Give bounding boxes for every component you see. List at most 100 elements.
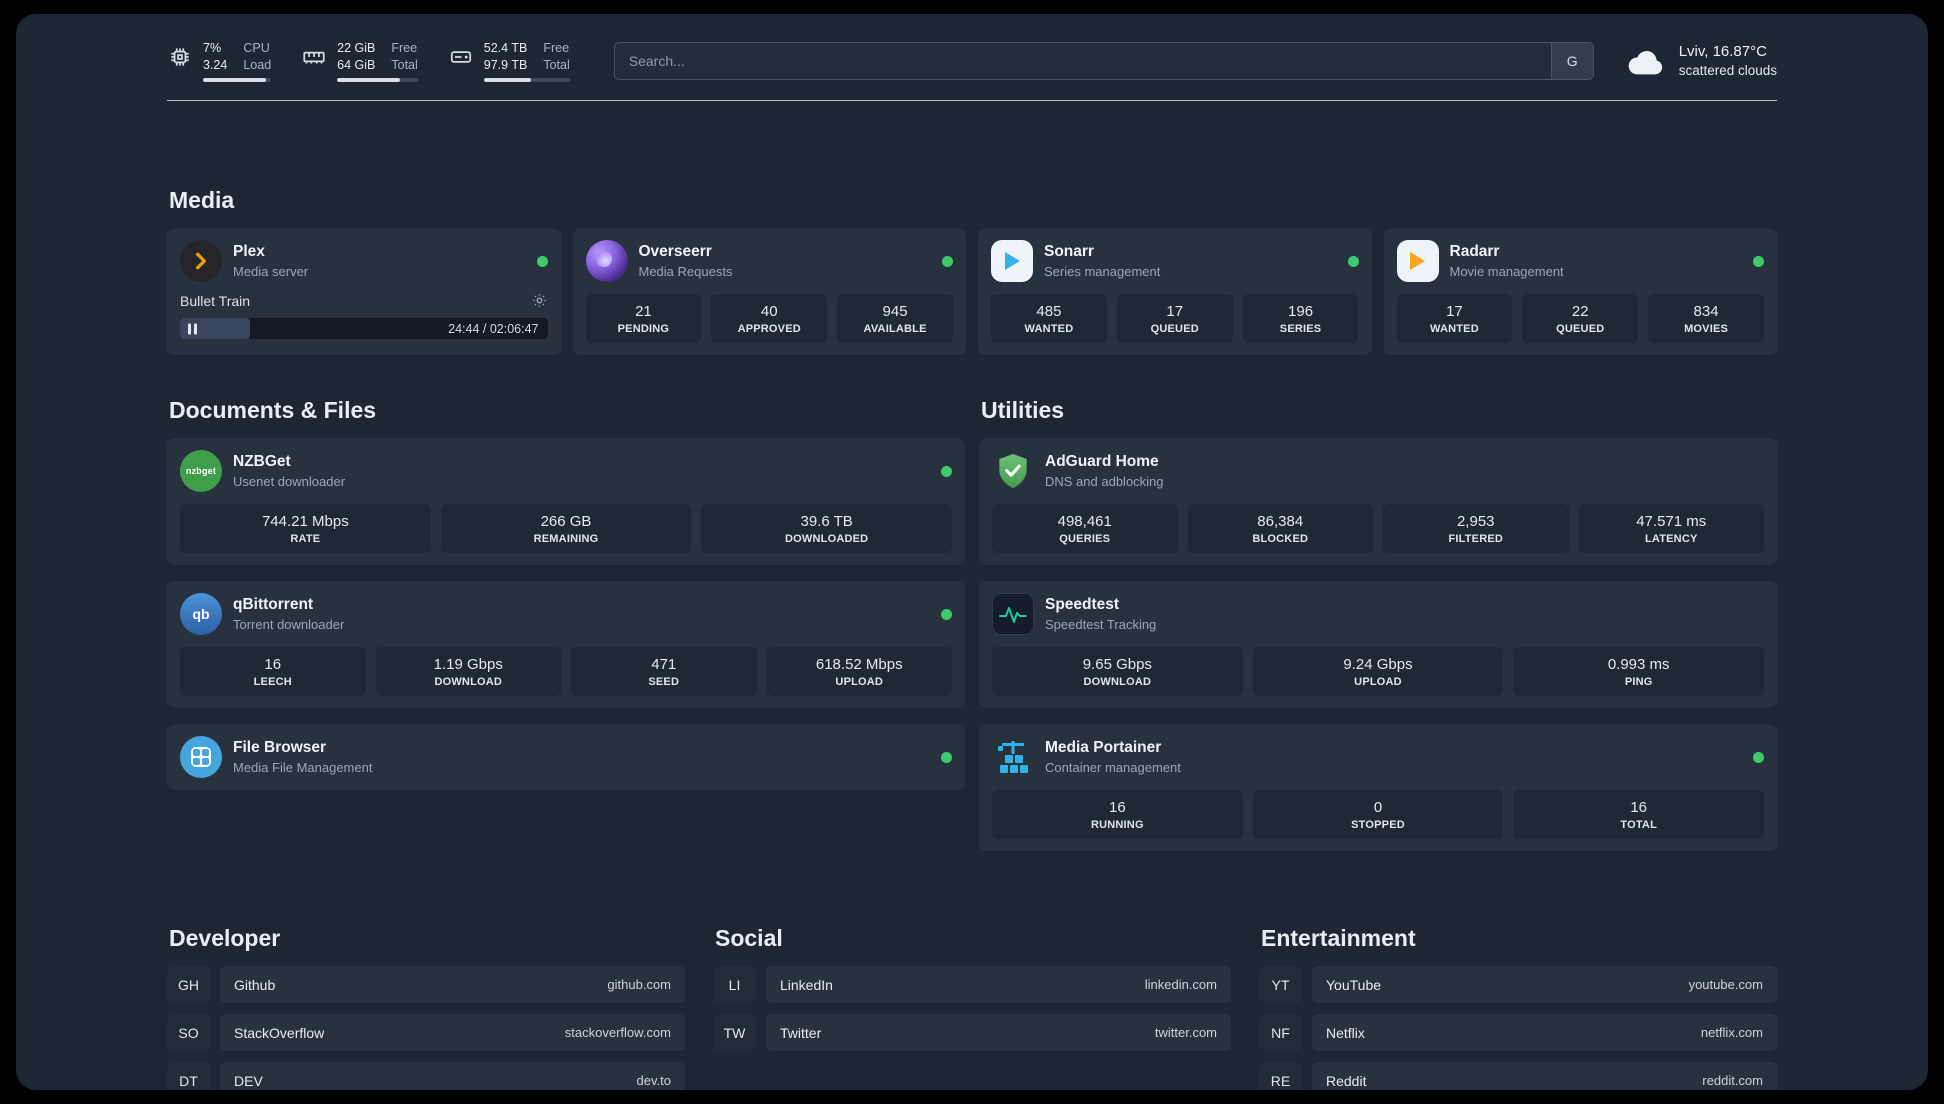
ram-progress-bar (337, 78, 418, 82)
stat-running: 16 RUNNING (992, 790, 1243, 839)
stat-label: RUNNING (1090, 819, 1144, 831)
bookmark-link-linkedin[interactable]: LinkedIn linkedin.com (766, 966, 1231, 1003)
stat-label: PING (1624, 676, 1653, 688)
dashboard-panel: 7% 3.24 CPU Load 22 GiB 64 GiB Free Tota… (16, 14, 1928, 1090)
disk-label-bottom: Total (543, 57, 570, 72)
filebrowser-icon (180, 736, 222, 778)
bookmark-name: Github (234, 976, 276, 993)
ram-label-top: Free (391, 41, 418, 55)
youtube-icon: YT (1259, 966, 1302, 1003)
stat-queued: 17 QUEUED (1116, 294, 1233, 343)
ram-progress-fill (337, 78, 401, 82)
stat-label: SEED (648, 676, 680, 688)
app-subtitle: Usenet downloader (233, 474, 346, 489)
status-dot (536, 255, 548, 267)
stat-download: 9.65 Gbps DOWNLOAD (992, 647, 1243, 696)
bookmark-name: Netflix (1326, 1024, 1365, 1041)
radarr-icon (1396, 240, 1439, 282)
section-title-social: Social (715, 925, 783, 951)
sonarr-card[interactable]: Sonarr Series management 485 WANTED 17 Q… (978, 228, 1372, 355)
stat-value: 618.52 Mbps (815, 656, 903, 673)
nzbget-card[interactable]: nzbget NZBGet Usenet downloader 744.21 M… (167, 438, 965, 565)
nzbget-icon: nzbget (180, 450, 222, 492)
stat-value: 0 (1373, 799, 1383, 816)
playback-time: 24:44 / 02:06:47 (448, 321, 539, 336)
stat-upload: 618.52 Mbps UPLOAD (766, 647, 952, 696)
bookmark-link-github[interactable]: Github github.com (220, 966, 685, 1003)
bookmark-linkedin: LI LinkedIn linkedin.com (713, 966, 1231, 1003)
bookmark-twitter: TW Twitter twitter.com (713, 1014, 1231, 1051)
stat-label: TOTAL (1620, 819, 1657, 831)
disk-widget: 52.4 TB 97.9 TB Free Total (448, 40, 570, 82)
disk-icon (448, 44, 474, 70)
section-title-documents: Documents & Files (169, 397, 377, 423)
stat-queries: 498,461 QUERIES (992, 504, 1178, 553)
cpu-label-bottom: Load (243, 57, 272, 72)
search-input[interactable] (614, 43, 1551, 79)
bookmark-group-developer: Developer GH Github github.com SO StackO… (167, 925, 685, 1090)
playback-progress-bar[interactable]: 24:44 / 02:06:47 (180, 318, 548, 339)
stat-available: 945 AVAILABLE (837, 294, 953, 343)
stat-label: UPLOAD (1354, 676, 1402, 688)
plex-icon (180, 240, 222, 282)
media-grid: Plex Media server Bullet Train 24:44 / 0… (167, 228, 1777, 355)
stat-value: 16 (1108, 799, 1126, 816)
search-bar[interactable]: G (613, 42, 1594, 80)
ram-free: 22 GiB (337, 41, 376, 55)
disk-progress-bar (483, 78, 570, 82)
stat-value: 16 (264, 656, 282, 673)
bookmark-url: youtube.com (1688, 977, 1763, 992)
app-name: Speedtest (1045, 596, 1120, 613)
app-subtitle: Movie management (1449, 264, 1564, 279)
weather-condition: scattered clouds (1678, 63, 1777, 79)
stat-blocked: 86,384 BLOCKED (1187, 504, 1373, 553)
ram-total: 64 GiB (337, 57, 376, 72)
app-subtitle: Media File Management (233, 760, 373, 775)
pause-icon[interactable] (188, 323, 197, 334)
bookmark-link-dev[interactable]: DEV dev.to (220, 1062, 685, 1090)
adguard-icon (992, 450, 1034, 492)
speedtest-card[interactable]: Speedtest Speedtest Tracking 9.65 Gbps D… (979, 581, 1777, 708)
app-subtitle: Container management (1045, 760, 1181, 775)
bookmark-group-social: Social LI LinkedIn linkedin.com TW Twitt… (713, 925, 1231, 1090)
stat-download: 1.19 Gbps DOWNLOAD (375, 647, 561, 696)
qbittorrent-icon: qb (180, 593, 222, 635)
app-subtitle: Media server (233, 264, 309, 279)
qbittorrent-card[interactable]: qb qBittorrent Torrent downloader 16 LEE… (167, 581, 965, 708)
adguard-card[interactable]: AdGuard Home DNS and adblocking 498,461 … (979, 438, 1777, 565)
filebrowser-card[interactable]: File Browser Media File Management (167, 724, 965, 790)
linkedin-icon: LI (713, 966, 756, 1003)
bookmark-link-youtube[interactable]: YouTube youtube.com (1312, 966, 1777, 1003)
weather-widget: Lviv, 16.87°C scattered clouds (1626, 42, 1777, 80)
bookmark-link-twitter[interactable]: Twitter twitter.com (766, 1014, 1231, 1051)
bookmark-link-netflix[interactable]: Netflix netflix.com (1312, 1014, 1777, 1051)
stat-rate: 744.21 Mbps RATE (180, 504, 431, 553)
app-name: NZBGet (233, 453, 291, 470)
app-subtitle: Torrent downloader (233, 617, 345, 632)
app-name: Media Portainer (1045, 739, 1162, 756)
stat-value: 47.571 ms (1636, 513, 1707, 530)
stat-label: LATENCY (1644, 533, 1698, 545)
stat-label: APPROVED (737, 323, 801, 335)
speedtest-icon (992, 593, 1034, 635)
portainer-card[interactable]: Media Portainer Container management 16 … (979, 724, 1777, 851)
app-subtitle: Media Requests (638, 264, 733, 279)
stat-label: MOVIES (1684, 323, 1729, 335)
disk-total: 97.9 TB (483, 57, 528, 72)
gear-icon[interactable] (531, 292, 548, 309)
bookmark-link-stackoverflow[interactable]: StackOverflow stackoverflow.com (220, 1014, 685, 1051)
weather-location: Lviv, 16.87°C (1678, 42, 1767, 60)
disk-progress-fill (483, 78, 532, 82)
stat-upload: 9.24 Gbps UPLOAD (1252, 647, 1504, 696)
bookmark-name: StackOverflow (234, 1024, 325, 1041)
plex-card[interactable]: Plex Media server Bullet Train 24:44 / 0… (167, 228, 561, 355)
stat-value: 39.6 TB (800, 513, 853, 530)
search-engine-button[interactable]: G (1550, 43, 1593, 79)
radarr-card[interactable]: Radarr Movie management 17 WANTED 22 QUE… (1383, 228, 1777, 355)
stat-value: 22 (1571, 303, 1589, 320)
overseerr-card[interactable]: Overseerr Media Requests 21 PENDING 40 A… (572, 228, 966, 355)
bookmark-url: netflix.com (1700, 1025, 1763, 1040)
status-dot (942, 255, 953, 267)
bookmark-link-reddit[interactable]: Reddit reddit.com (1312, 1062, 1777, 1090)
stat-label: BLOCKED (1252, 533, 1309, 545)
